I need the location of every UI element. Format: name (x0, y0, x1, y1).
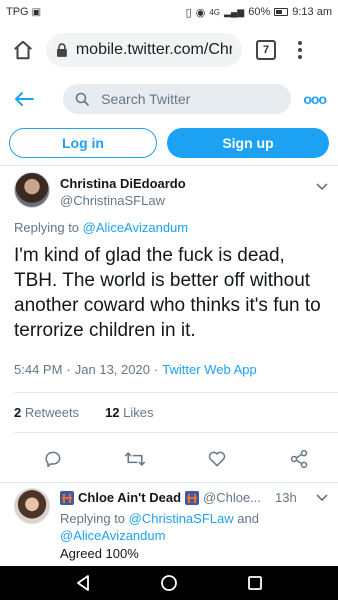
meta-separator: · (153, 362, 159, 377)
author-handle[interactable]: @ChristinaSFLaw (60, 193, 186, 208)
status-bar: TPG ▣ ▯ ◉ 4G ▂▄▆ 60% 9:13 am (0, 0, 338, 24)
nav-home-button[interactable] (160, 574, 178, 592)
reply-icon (45, 451, 61, 468)
auth-buttons: Log in Sign up (9, 128, 329, 158)
menu-dot (298, 48, 302, 52)
reply-tweet[interactable]: Chloe Ain't Dead @Chloe... 13h Replying … (14, 488, 328, 568)
tweet-meta: 5:44 PM · Jan 13, 2020 · Twitter Web App (14, 362, 257, 377)
url-bar[interactable]: mobile.twitter.com/Chr (46, 33, 242, 67)
like-button[interactable] (206, 448, 228, 470)
divider (14, 432, 338, 433)
tweet-menu-button[interactable] (316, 178, 328, 212)
reply-header: Chloe Ain't Dead @Chloe... 13h (60, 490, 328, 505)
replying-prefix: Replying to (14, 220, 80, 235)
twitter-header: Search Twitter ooo (0, 76, 338, 122)
nav-back-icon (76, 575, 89, 591)
clock: 9:13 am (292, 6, 332, 18)
reply-display-name[interactable]: Chloe Ain't Dead (78, 490, 181, 505)
status-left: TPG ▣ (6, 6, 41, 18)
carrier-label: TPG (6, 6, 29, 18)
url-text: mobile.twitter.com/Chr (75, 41, 232, 58)
bridge-emoji-icon (60, 490, 74, 505)
retweet-icon (124, 452, 146, 466)
signup-button[interactable]: Sign up (167, 128, 329, 158)
reply-time: 13h (275, 490, 297, 505)
tweet-header: Christina DiEdoardo @ChristinaSFLaw (14, 172, 328, 212)
system-nav-bar (0, 566, 338, 600)
divider (0, 482, 338, 483)
tweet-time: 5:44 PM (14, 362, 63, 377)
tweet-source[interactable]: Twitter Web App (162, 362, 256, 377)
nav-recents-icon (248, 576, 263, 590)
mention-link[interactable]: @AliceAvizandum (83, 220, 188, 235)
tab-switcher-button[interactable]: 7 (256, 40, 276, 60)
search-icon (75, 92, 89, 106)
replying-to: Replying to @AliceAvizandum (14, 220, 188, 235)
battery-icon (274, 8, 289, 16)
chevron-down-icon (316, 494, 328, 502)
nav-back-button[interactable] (75, 574, 91, 592)
author-display-name[interactable]: Christina DiEdoardo (60, 176, 186, 191)
likes-count: 12 (105, 405, 120, 420)
network-label: 4G (209, 7, 220, 17)
meta-separator: · (66, 362, 71, 377)
notification-icon: ▣ (31, 6, 42, 18)
divider (14, 392, 338, 393)
home-button[interactable] (8, 35, 38, 65)
mention-link[interactable]: @AliceAvizandum (60, 528, 165, 543)
status-right: ▯ ◉ 4G ▂▄▆ 60% 9:13 am (186, 6, 332, 19)
home-icon (14, 40, 32, 60)
overflow-menu-button[interactable] (292, 41, 308, 59)
retweets-label: Retweets (24, 405, 80, 420)
avatar[interactable] (14, 488, 50, 524)
menu-dot (298, 55, 302, 59)
reply-text: Agreed 100% (60, 546, 139, 561)
share-button[interactable] (288, 448, 310, 470)
avatar[interactable] (14, 172, 50, 208)
search-input[interactable]: Search Twitter (63, 84, 292, 114)
browser-toolbar: mobile.twitter.com/Chr 7 (0, 24, 338, 76)
lock-icon (56, 43, 67, 57)
reply-button[interactable] (42, 448, 64, 470)
share-icon (290, 449, 308, 469)
replying-and: and (237, 511, 259, 526)
reply-handle[interactable]: @Chloe... (203, 490, 261, 505)
tweet-actions (42, 448, 310, 470)
tweet-text: I'm kind of glad the fuck is dead, TBH. … (14, 245, 321, 341)
reply-replying-to: Replying to @ChristinaSFLaw and @AliceAv… (60, 510, 328, 544)
nav-home-icon (161, 575, 177, 591)
chevron-down-icon (316, 183, 328, 191)
menu-dot (298, 41, 302, 45)
tweet-stats: 2 Retweets 12 Likes (14, 405, 154, 420)
back-arrow-icon (14, 92, 34, 106)
like-icon (208, 451, 226, 467)
tweet-date[interactable]: Jan 13, 2020 (75, 362, 150, 377)
login-button[interactable]: Log in (9, 128, 157, 158)
author-names: Christina DiEdoardo @ChristinaSFLaw (60, 172, 186, 212)
retweets-stat[interactable]: 2 Retweets (14, 405, 79, 420)
bridge-emoji-icon (185, 490, 200, 505)
replying-prefix: Replying to (60, 511, 126, 526)
divider (0, 165, 338, 166)
likes-label: Likes (123, 405, 154, 420)
search-placeholder: Search Twitter (101, 91, 191, 107)
eye-icon: ◉ (195, 6, 206, 19)
nav-recents-button[interactable] (247, 575, 263, 591)
likes-stat[interactable]: 12 Likes (105, 405, 153, 420)
more-options-button[interactable]: ooo (303, 91, 327, 107)
vibrate-icon: ▯ (185, 6, 192, 19)
retweet-button[interactable] (124, 448, 146, 470)
signal-icon: ▂▄▆ (223, 6, 245, 17)
mention-link[interactable]: @ChristinaSFLaw (129, 511, 234, 526)
retweets-count: 2 (14, 405, 22, 420)
battery-percent: 60% (248, 6, 271, 18)
back-button[interactable] (12, 87, 35, 111)
reply-menu-button[interactable] (316, 490, 328, 505)
